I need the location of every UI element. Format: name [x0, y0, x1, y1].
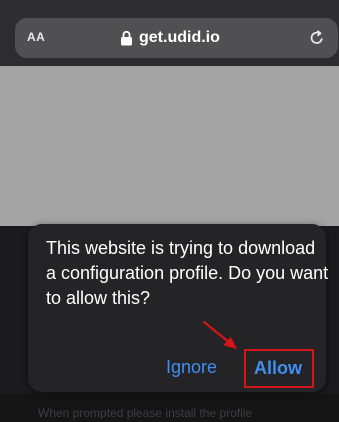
page-content — [0, 66, 339, 226]
url-text: get.udid.io — [139, 29, 220, 46]
address-bar[interactable]: AA get.udid.io — [15, 18, 338, 58]
ignore-button[interactable]: Ignore — [166, 357, 217, 378]
text-size-button[interactable]: AA — [27, 30, 45, 44]
dialog-message: This website is trying to download a con… — [46, 238, 329, 308]
reload-icon[interactable] — [308, 29, 326, 47]
allow-button[interactable]: Allow — [244, 349, 314, 388]
allow-button-label: Allow — [254, 358, 302, 378]
install-note-text: When prompted please install the profile — [38, 406, 253, 420]
url-display[interactable]: get.udid.io — [120, 26, 220, 50]
browser-header: AA get.udid.io — [0, 0, 339, 66]
lock-icon — [121, 30, 132, 46]
download-profile-dialog: This website is trying to download a con… — [28, 224, 328, 392]
